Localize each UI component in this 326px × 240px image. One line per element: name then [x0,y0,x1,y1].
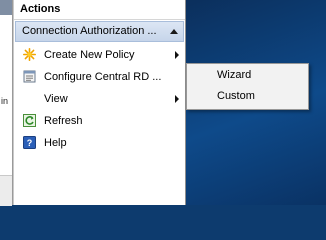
column-header [0,0,12,15]
star-burst-icon [23,48,36,61]
action-label: Refresh [44,115,83,127]
submenu-arrow-icon [175,95,179,103]
action-configure-central-rd[interactable]: Configure Central RD ... [14,66,185,88]
create-policy-submenu: Wizard Custom [186,63,309,110]
left-pane: in [0,0,13,206]
truncated-cell-text: in [1,96,9,106]
action-create-new-policy[interactable]: Create New Policy [14,44,185,66]
scrollbar-area[interactable] [0,175,12,206]
actions-pane-title: Actions [14,0,185,20]
submenu-item-wizard[interactable]: Wizard [187,65,308,86]
action-refresh[interactable]: Refresh [14,110,185,132]
svg-text:?: ? [27,138,33,148]
refresh-icon [23,114,36,127]
properties-icon [23,70,36,83]
group-header-label: Connection Authorization ... [22,25,157,37]
action-label: Create New Policy [44,49,135,61]
actions-pane: Actions Connection Authorization ... Cre… [13,0,186,205]
submenu-arrow-icon [175,51,179,59]
collapse-arrow-icon[interactable] [170,29,178,34]
action-view[interactable]: View [14,88,185,110]
submenu-item-custom[interactable]: Custom [187,86,308,107]
action-label: Help [44,137,67,149]
action-help[interactable]: ? Help [14,132,185,154]
help-icon: ? [23,136,36,149]
connection-authorization-group-header[interactable]: Connection Authorization ... [15,21,184,42]
action-label: Configure Central RD ... [44,71,162,83]
action-label: View [44,93,68,105]
